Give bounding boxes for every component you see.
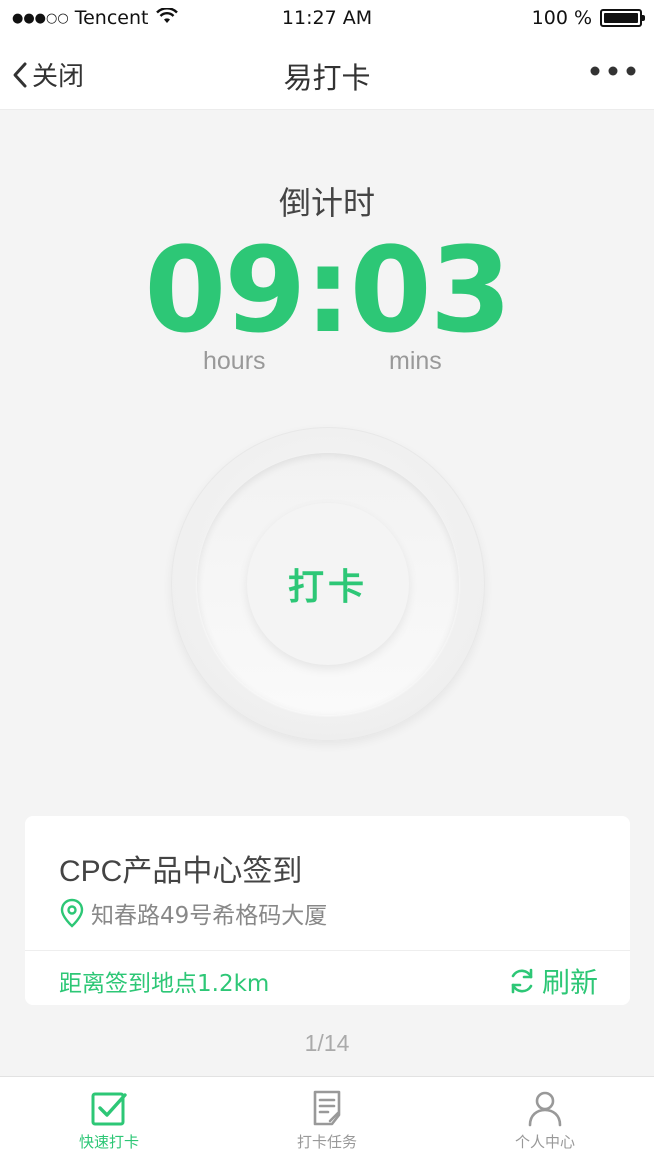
page-indicator: 1/14 (304, 1030, 350, 1056)
user-icon (528, 1091, 562, 1127)
status-bar: ●●●○○ Tencent 11:27 AM 100 % (0, 0, 654, 36)
countdown-label: 倒计时 (278, 184, 375, 222)
nav-bar: 关闭 易打卡 (0, 36, 654, 110)
punch-button-label: 打卡 (287, 567, 368, 608)
punch-button-outer: 打卡 (171, 427, 485, 741)
tab-label: 打卡任务 (296, 1133, 357, 1151)
refresh-icon (511, 968, 533, 994)
punch-button[interactable]: 打卡 (247, 503, 409, 665)
page-title: 易打卡 (283, 61, 371, 95)
mins-unit-label: mins (389, 347, 442, 375)
tab-profile[interactable]: 个人中心 (436, 1077, 654, 1161)
distance-text: 距离签到地点1.2km (59, 971, 270, 997)
battery-percent: 100 % (531, 7, 592, 29)
tab-label: 快速打卡 (78, 1133, 139, 1151)
checkin-card: CPC产品中心签到 知春路49号希格码大厦 距离签到地点1.2km 刷新 (25, 816, 630, 1005)
checkin-address: 知春路49号希格码大厦 (59, 896, 327, 930)
hours-unit-label: hours (203, 347, 266, 375)
tab-bar: 快速打卡 打卡任务 个人中心 (0, 1076, 654, 1161)
more-options-icon[interactable] (590, 62, 636, 81)
refresh-label: 刷新 (541, 966, 598, 999)
tab-quick-checkin[interactable]: 快速打卡 (0, 1077, 218, 1161)
status-right: 100 % (531, 7, 645, 29)
task-doc-icon (313, 1090, 341, 1126)
checkin-title: CPC产品中心签到 (59, 855, 303, 888)
check-square-icon (91, 1092, 127, 1126)
tab-checkin-tasks[interactable]: 打卡任务 (218, 1077, 436, 1161)
refresh-button[interactable]: 刷新 (508, 961, 598, 1001)
tab-label: 个人中心 (514, 1133, 575, 1151)
location-pin-icon (60, 898, 84, 928)
countdown-timer: 09:03 (144, 221, 512, 359)
address-text: 知春路49号希格码大厦 (91, 903, 328, 929)
card-divider (25, 950, 630, 951)
punch-button-ring: 打卡 (197, 453, 459, 715)
battery-icon (600, 9, 645, 27)
